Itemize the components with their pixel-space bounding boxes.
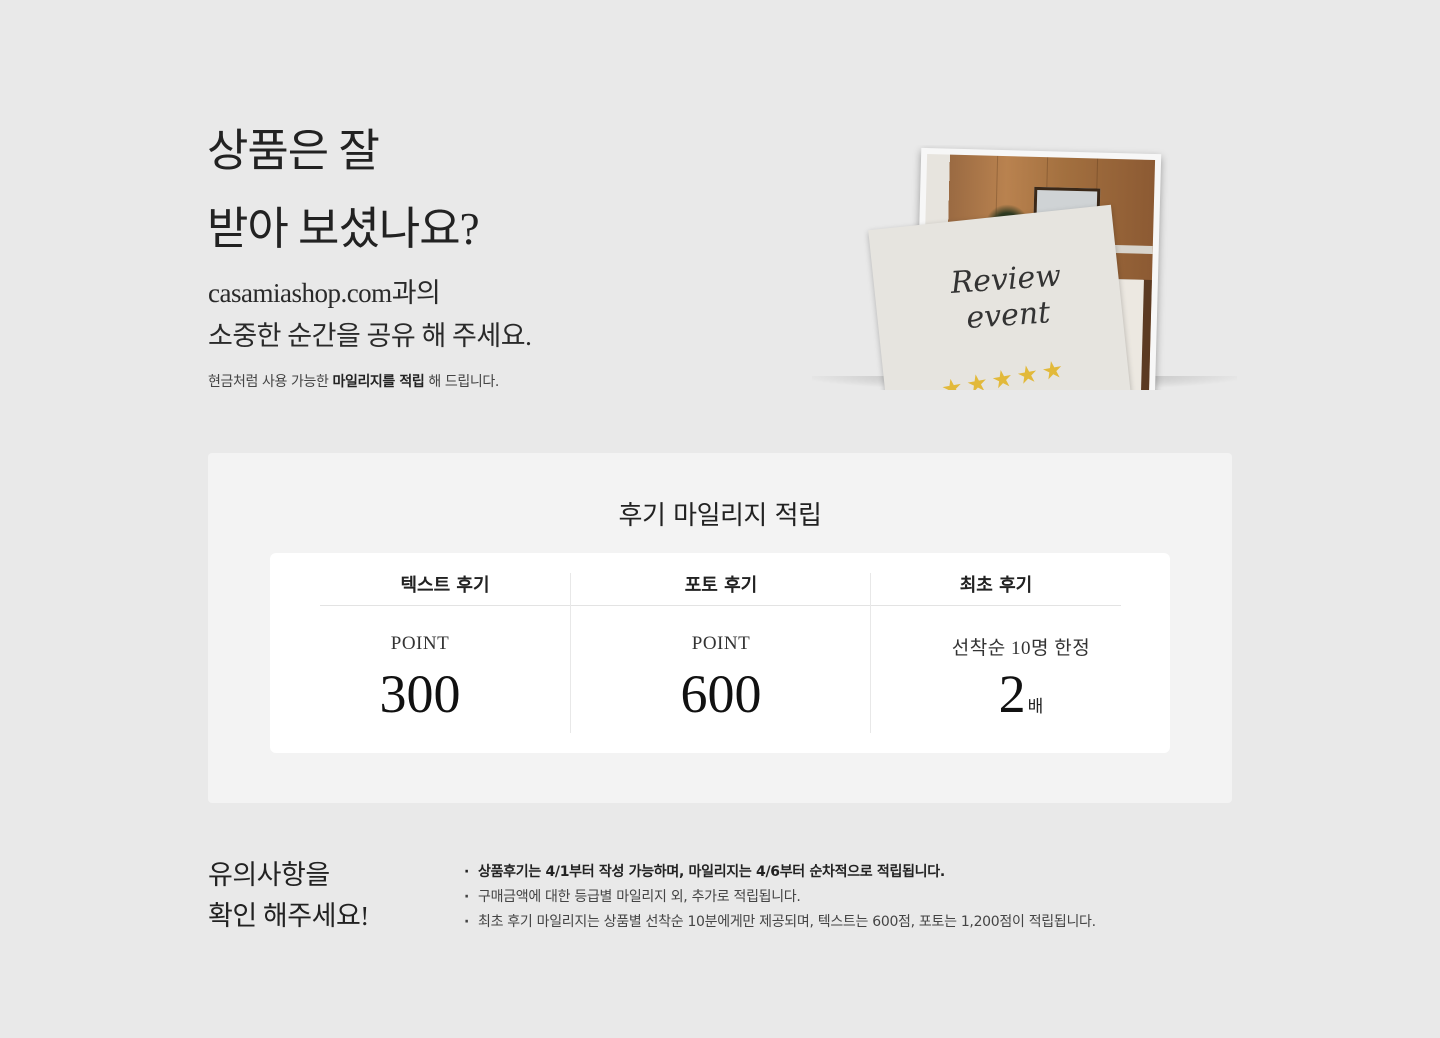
review-event-illustration: Review event ★★★★★ [812, 145, 1237, 390]
multiplier-value: 2 [998, 664, 1026, 724]
hero-note-prefix: 현금처럼 사용 가능한 [208, 374, 333, 390]
mileage-panel: 텍스트 후기 POINT 300 포토 후기 POINT 600 최초 후기 선… [270, 553, 1170, 753]
notice-title-line1: 유의사항을 [208, 860, 330, 890]
notice-title-line2: 확인 해주세요! [208, 901, 369, 931]
hero-title: 상품은 잘 받아 보셨나요? [207, 112, 480, 268]
hero-title-line1: 상품은 잘 [207, 126, 380, 176]
column-value: 2배 [871, 661, 1171, 740]
column-header: 최초 후기 [871, 571, 1121, 606]
notice-title: 유의사항을 확인 해주세요! [208, 855, 369, 937]
column-header: 텍스트 후기 [320, 571, 570, 606]
hero-title-line2: 받아 보셨나요? [207, 204, 480, 254]
mileage-column-text-review: 텍스트 후기 POINT 300 [270, 573, 570, 733]
column-label: POINT [691, 633, 751, 654]
column-label: POINT [390, 633, 450, 654]
column-value: 300 [270, 661, 570, 727]
hero-subtitle-line1: casamiashop.com과의 [208, 278, 441, 308]
review-event-card: Review event ★★★★★ [868, 204, 1132, 390]
column-label: 선착순 10명 한정 [951, 638, 1091, 659]
hero-subtitle-line2: 소중한 순간을 공유 해 주세요. [208, 321, 532, 351]
column-value: 600 [571, 661, 871, 727]
mileage-section: 후기 마일리지 적립 텍스트 후기 POINT 300 포토 후기 POINT … [208, 453, 1232, 803]
rating-stars-icon: ★★★★★ [939, 354, 1070, 390]
hero-subtitle: casamiashop.com과의 소중한 순간을 공유 해 주세요. [208, 272, 532, 358]
mileage-column-photo-review: 포토 후기 POINT 600 [570, 573, 871, 733]
column-header: 포토 후기 [571, 571, 871, 606]
notice-item: 구매금액에 대한 등급별 마일리지 외, 추가로 적립됩니다. [462, 885, 1096, 910]
point-value: 600 [680, 664, 762, 724]
hero-note-suffix: 해 드립니다. [424, 374, 499, 390]
mileage-title: 후기 마일리지 적립 [618, 501, 822, 531]
hero-note: 현금처럼 사용 가능한 마일리지를 적립 해 드립니다. [208, 371, 499, 391]
notice-item: 최초 후기 마일리지는 상품별 선착순 10분에게만 제공되며, 텍스트는 60… [462, 910, 1096, 935]
mileage-column-first-review: 최초 후기 선착순 10명 한정 2배 [870, 573, 1171, 733]
notice-list: 상품후기는 4/1부터 작성 가능하며, 마일리지는 4/6부터 순차적으로 적… [462, 860, 1096, 935]
hero-note-highlight: 마일리지를 적립 [332, 374, 425, 390]
notice-item: 상품후기는 4/1부터 작성 가능하며, 마일리지는 4/6부터 순차적으로 적… [462, 860, 1096, 885]
point-value: 300 [379, 664, 461, 724]
review-event-text: Review event [930, 257, 1085, 339]
multiplier-unit: 배 [1027, 697, 1044, 717]
